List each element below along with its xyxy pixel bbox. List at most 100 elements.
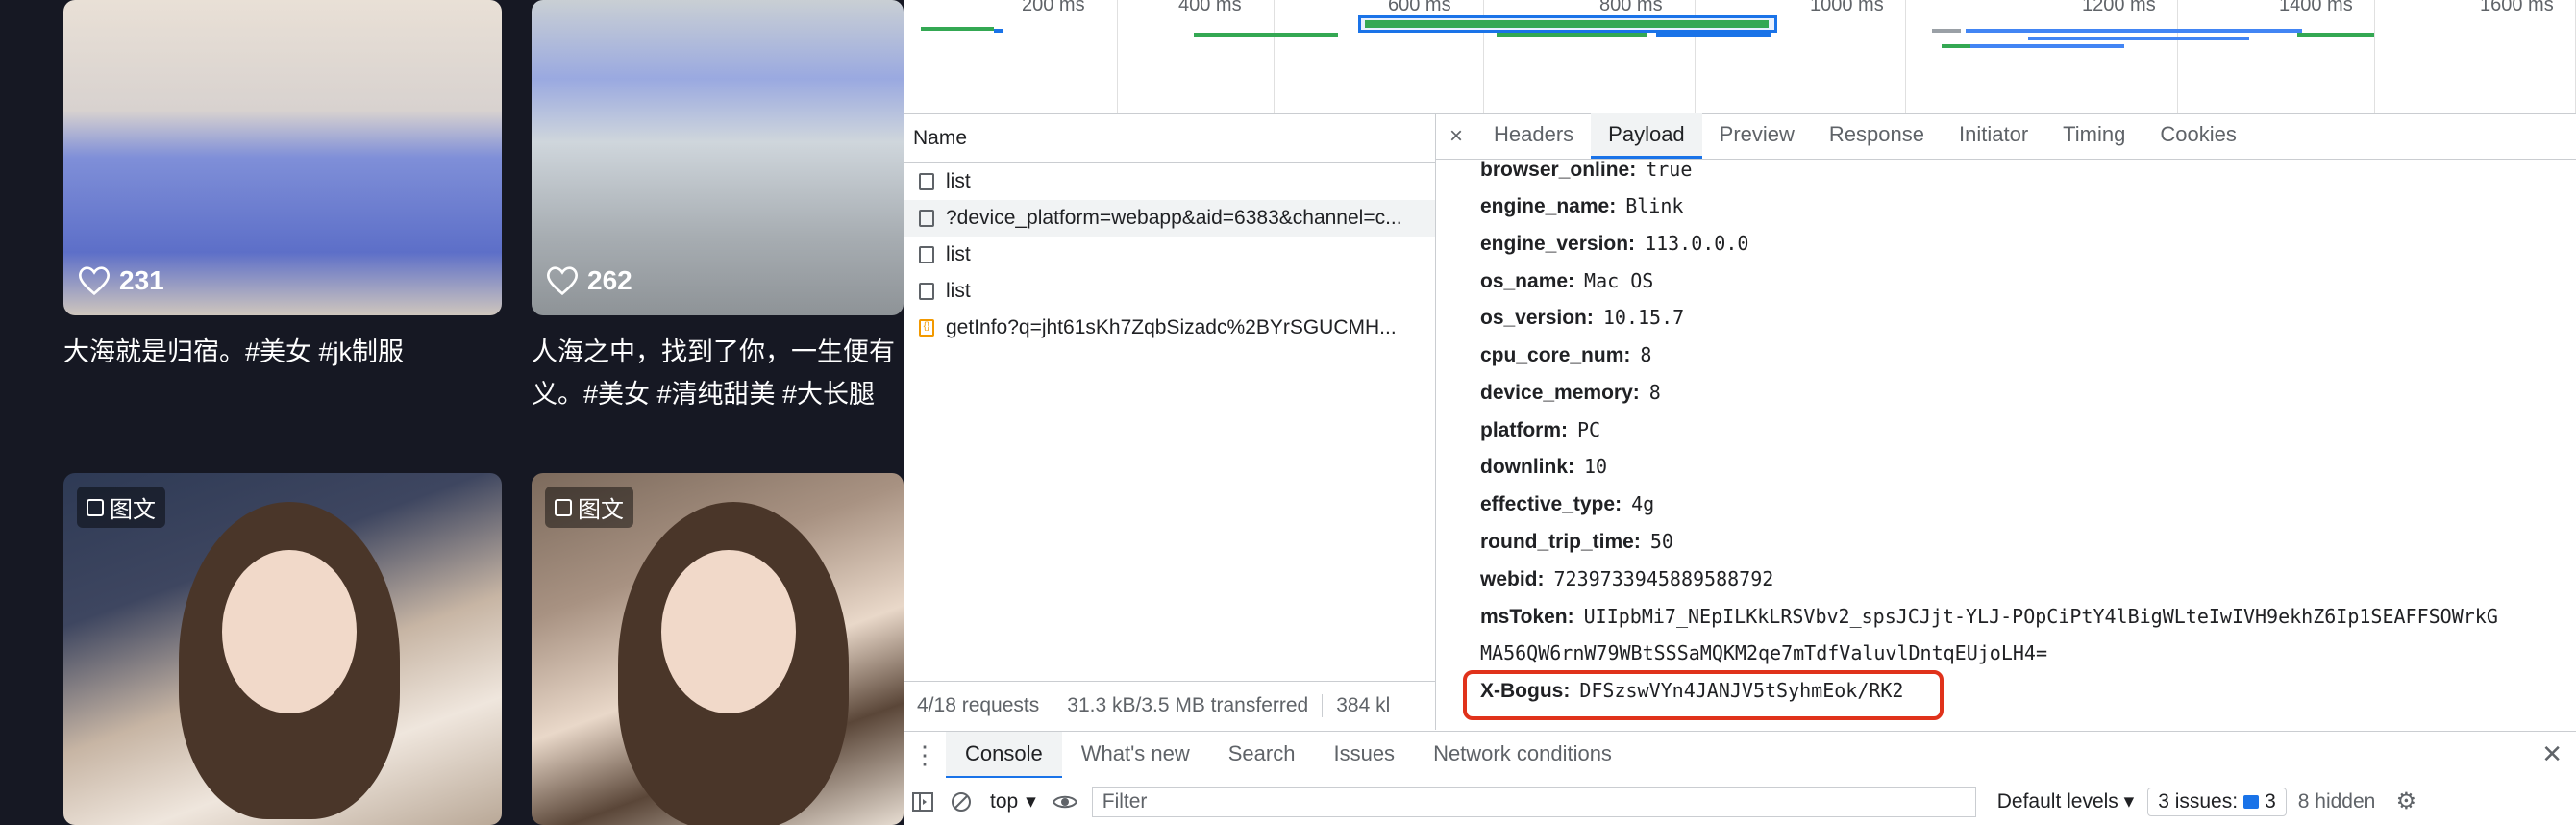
issues-count: 3 xyxy=(2265,789,2276,812)
request-list-pane: Name list ?device_platform=webapp&aid=63… xyxy=(904,114,1436,730)
payload-params: browser_online: true engine_name: Blink en… xyxy=(1436,160,2576,730)
request-name: getInfo?q=jht61sKh7ZqbSizadc%2BYrSGUCMH.… xyxy=(946,316,1397,338)
payload-param: msToken: UIIpbMi7_NEpILKkLRSVbv2_spsJCJjt… xyxy=(1480,605,2498,628)
waterfall-bar xyxy=(1656,33,1771,37)
issues-button[interactable]: 3 issues: 3 xyxy=(2147,787,2287,816)
network-status-bar: 4/18 requests 31.3 kB/3.5 MB transferred… xyxy=(904,681,1435,730)
overview-tick: 400 ms xyxy=(1178,0,1275,113)
tab-network-conditions[interactable]: Network conditions xyxy=(1414,732,1631,779)
waterfall-bar xyxy=(921,27,994,31)
eye-icon[interactable] xyxy=(1046,785,1084,819)
tab-payload[interactable]: Payload xyxy=(1591,113,1702,159)
payload-param: engine_name: Blink xyxy=(1480,194,1684,217)
waterfall-bar xyxy=(1970,44,2124,48)
tab-whats-new[interactable]: What's new xyxy=(1062,732,1209,779)
request-row[interactable]: ?device_platform=webapp&aid=6383&channel… xyxy=(904,200,1435,237)
video-feed: 231 大海就是归宿。#美女 #jk制服 262 人海之中，找到了你，一生便有 … xyxy=(0,0,904,825)
console-toolbar: top ▾ Filter Default levels ▾ 3 issues: … xyxy=(904,778,2576,825)
like-count: 231 xyxy=(79,265,164,296)
name-column-header[interactable]: Name xyxy=(904,114,1435,163)
heart-icon xyxy=(79,266,110,295)
badge-label: 图文 xyxy=(578,497,624,523)
tab-cookies[interactable]: Cookies xyxy=(2143,113,2253,159)
like-count-value: 231 xyxy=(119,265,164,295)
document-icon xyxy=(919,283,934,300)
feed-card-caption-2[interactable]: 人海之中，找到了你，一生便有 义。#美女 #清纯甜美 #大长腿 xyxy=(532,331,895,415)
payload-param: engine_version: 113.0.0.0 xyxy=(1480,232,1749,255)
overview-selection[interactable] xyxy=(1358,15,1777,33)
photo-subject-face xyxy=(661,550,796,713)
request-row[interactable]: {} getInfo?q=jht61sKh7ZqbSizadc%2BYrSGUCM… xyxy=(904,310,1435,346)
payload-param: cpu_core_num: 8 xyxy=(1480,343,1652,366)
log-levels-dropdown[interactable]: Default levels ▾ xyxy=(1984,789,2147,813)
payload-param: downlink: 10 xyxy=(1480,455,1608,478)
waterfall-bar xyxy=(2028,37,2249,40)
issues-label: 3 issues: xyxy=(2158,789,2239,812)
image-post-badge: 图文 xyxy=(545,487,633,528)
request-name: list xyxy=(946,243,971,265)
payload-param: platform: PC xyxy=(1480,418,1601,441)
gear-icon[interactable]: ⚙ xyxy=(2387,785,2425,819)
document-icon xyxy=(919,210,934,227)
filter-input[interactable]: Filter xyxy=(1091,786,1976,817)
close-icon[interactable]: × xyxy=(1436,114,1476,159)
request-name: ?device_platform=webapp&aid=6383&channel… xyxy=(946,207,1402,229)
tab-response[interactable]: Response xyxy=(1812,113,1942,159)
more-icon[interactable]: ⋮ xyxy=(904,740,946,770)
request-name: list xyxy=(946,170,971,192)
transferred-size: 31.3 kB/3.5 MB transferred xyxy=(1053,694,1324,717)
tab-search[interactable]: Search xyxy=(1209,732,1315,779)
feed-card-image-3[interactable]: 图文 xyxy=(63,473,502,825)
waterfall-bar xyxy=(1497,33,1647,37)
image-post-icon xyxy=(87,498,104,516)
caption-line: 人海之中，找到了你，一生便有 xyxy=(532,338,895,366)
tab-initiator[interactable]: Initiator xyxy=(1942,113,2045,159)
heart-icon xyxy=(547,266,578,295)
tab-headers[interactable]: Headers xyxy=(1476,113,1591,159)
feed-card-image-2[interactable]: 262 xyxy=(532,0,904,315)
script-icon: {} xyxy=(919,319,934,337)
document-icon xyxy=(919,246,934,263)
payload-param: round_trip_time: 50 xyxy=(1480,530,1673,553)
tab-preview[interactable]: Preview xyxy=(1702,113,1812,159)
waterfall-bar xyxy=(994,29,1003,33)
clear-console-icon[interactable] xyxy=(942,785,980,819)
caption-line: 义。#美女 #清纯甜美 #大长腿 xyxy=(532,380,876,409)
feed-card-image-1[interactable]: 231 xyxy=(63,0,502,315)
waterfall-bar xyxy=(1194,33,1338,37)
resources-size: 384 kl xyxy=(1336,694,1391,716)
tab-issues[interactable]: Issues xyxy=(1314,732,1414,779)
image-post-icon xyxy=(555,498,572,516)
image-post-badge: 图文 xyxy=(77,487,165,528)
context-selector[interactable]: top ▾ xyxy=(980,789,1046,813)
payload-param: webid: 7239733945889588792 xyxy=(1480,567,1774,590)
request-row[interactable]: list xyxy=(904,237,1435,273)
waterfall-bar xyxy=(1942,44,1970,48)
feed-card-image-4[interactable]: 图文 xyxy=(532,473,904,825)
request-row[interactable]: list xyxy=(904,273,1435,310)
close-icon[interactable]: ✕ xyxy=(2541,739,2563,769)
devtools-panel: 200 ms 400 ms 600 ms 800 ms 1000 ms 1200… xyxy=(904,0,2576,825)
request-name: list xyxy=(946,280,971,302)
hidden-count: 8 hidden xyxy=(2297,789,2376,812)
message-icon xyxy=(2243,794,2260,809)
tab-console[interactable]: Console xyxy=(946,731,1062,779)
detail-tabbar: × Headers Payload Preview Response Initi… xyxy=(1436,113,2576,160)
drawer-tabbar: ⋮ Console What's new Search Issues Netwo… xyxy=(904,731,2576,779)
request-detail-pane: × Headers Payload Preview Response Initi… xyxy=(1436,113,2576,730)
payload-param: os_version: 10.15.7 xyxy=(1480,306,1685,329)
payload-param: effective_type: 4g xyxy=(1480,492,1655,515)
feed-card-caption-1[interactable]: 大海就是归宿。#美女 #jk制服 xyxy=(63,331,404,373)
overview-tick: 1200 ms xyxy=(2082,0,2178,113)
sidebar-toggle-icon[interactable] xyxy=(904,785,942,819)
context-label: top xyxy=(990,789,1019,812)
like-count: 262 xyxy=(547,265,632,296)
waterfall-bar xyxy=(2297,33,2374,37)
payload-param: browser_online: true xyxy=(1480,160,1693,181)
waterfall-bar xyxy=(1966,29,2302,33)
network-overview[interactable]: 200 ms 400 ms 600 ms 800 ms 1000 ms 1200… xyxy=(904,0,2576,114)
payload-param-continuation: MA56QW6rnW79WBtSSSaMQKM2qe7mTdfValuvlDnt… xyxy=(1480,641,2048,664)
overview-tick: 1000 ms xyxy=(1810,0,1906,113)
request-row[interactable]: list xyxy=(904,163,1435,200)
tab-timing[interactable]: Timing xyxy=(2045,113,2143,159)
